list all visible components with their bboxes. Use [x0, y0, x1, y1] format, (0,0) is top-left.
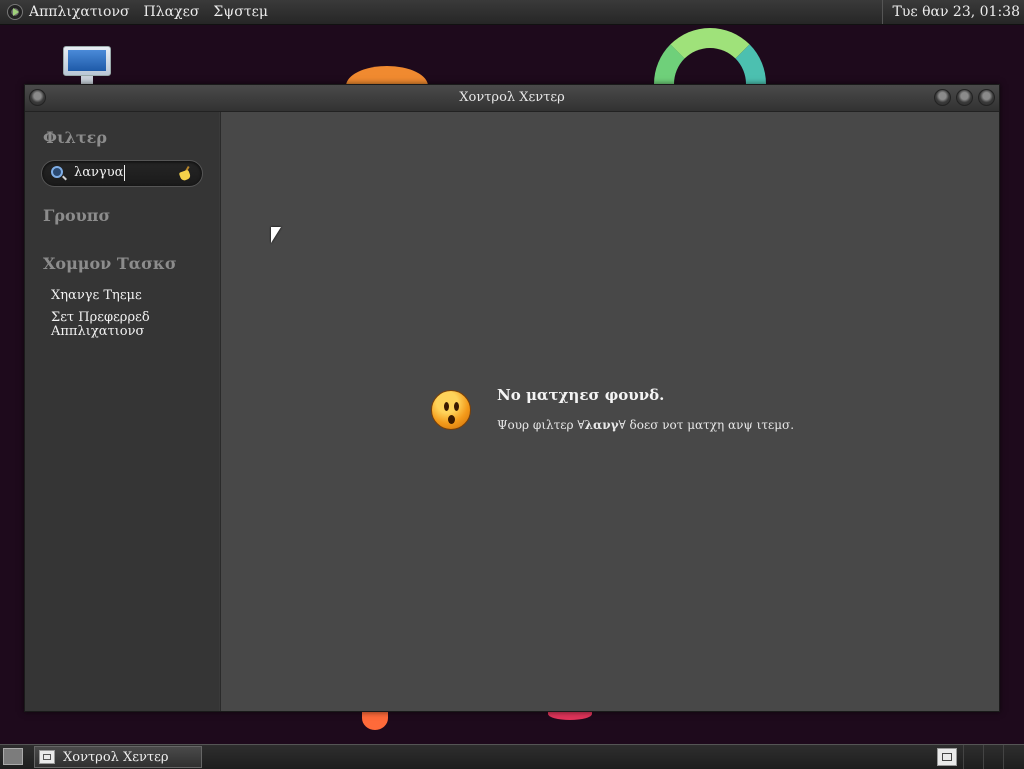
- filter-heading: Φιλτερ: [43, 128, 108, 147]
- no-matches-title: Νο ματχηεσ φουνδ.: [497, 386, 665, 404]
- set-preferred-applications-link[interactable]: Σετ Πρεφερρεδ Αππλιχατιονσ: [51, 311, 150, 339]
- no-matches-message: Ψουρ φιλτερ ∀λανγ∀ δοεσ νοτ ματχη ανψ ιτ…: [497, 418, 794, 432]
- places-menu[interactable]: Πλαχεσ: [144, 4, 200, 20]
- window-titlebar[interactable]: Χοντρολ Χεντερ: [25, 85, 999, 112]
- workspace-switcher-divider: [963, 745, 964, 769]
- task-link-line: Σετ Πρεφερρεδ: [51, 310, 150, 325]
- close-button[interactable]: [978, 89, 995, 106]
- workspace-switcher-divider: [983, 745, 984, 769]
- search-input-value[interactable]: λανγυα: [74, 165, 126, 181]
- bottom-panel: Χοντρολ Χεντερ: [0, 744, 1024, 769]
- tray-app-icon[interactable]: [937, 748, 957, 766]
- window-title: Χοντρολ Χεντερ: [459, 90, 565, 105]
- show-desktop-icon[interactable]: [3, 748, 23, 765]
- message-prefix: Ψουρ φιλτερ ∀: [497, 418, 585, 432]
- taskbar-label: Χοντρολ Χεντερ: [63, 749, 169, 765]
- sidebar: Φιλτερ λανγυα Γρουπσ Χομμον Τασκσ Χηανγε…: [25, 112, 219, 711]
- main-menu-icon[interactable]: [7, 4, 23, 20]
- filter-term: λανγ: [584, 418, 619, 432]
- search-icon: [51, 166, 63, 178]
- clock[interactable]: Τυε θαν 23, 01:38: [881, 0, 1024, 24]
- message-suffix: ∀ δοεσ νοτ ματχη ανψ ιτεμσ.: [618, 418, 795, 432]
- minimize-button[interactable]: [934, 89, 951, 106]
- control-center-window: Χοντρολ Χεντερ Φιλτερ λανγυα Γρουπσ Χομμ…: [24, 84, 1000, 712]
- applications-menu[interactable]: Αππλιχατιονσ: [29, 4, 130, 20]
- control-center-icon: [39, 750, 55, 764]
- taskbar-control-center-button[interactable]: Χοντρολ Χεντερ: [34, 746, 202, 768]
- common-tasks-heading: Χομμον Τασκσ: [43, 254, 177, 273]
- task-link-line: Αππλιχατιονσ: [51, 324, 145, 339]
- window-menu-icon[interactable]: [29, 89, 46, 106]
- clear-broom-icon[interactable]: [178, 165, 192, 182]
- mouse-pointer-icon: [271, 227, 281, 243]
- results-area: Νο ματχηεσ φουνδ. Ψουρ φιλτερ ∀λανγ∀ δοε…: [220, 112, 999, 711]
- surprised-face-icon: [431, 390, 471, 430]
- system-menu[interactable]: Σψστεμ: [213, 4, 268, 20]
- top-panel: Αππλιχατιονσ Πλαχεσ Σψστεμ Τυε θαν 23, 0…: [0, 0, 1024, 25]
- filter-search-input[interactable]: λανγυα: [41, 160, 203, 187]
- computer-desktop-icon[interactable]: [63, 46, 111, 86]
- clock-text: Τυε θαν 23, 01:38: [892, 4, 1020, 20]
- workspace-switcher-divider: [1003, 745, 1004, 769]
- groups-heading: Γρουπσ: [43, 206, 111, 225]
- change-theme-link[interactable]: Χηανγε Τηεμε: [51, 289, 142, 303]
- maximize-button[interactable]: [956, 89, 973, 106]
